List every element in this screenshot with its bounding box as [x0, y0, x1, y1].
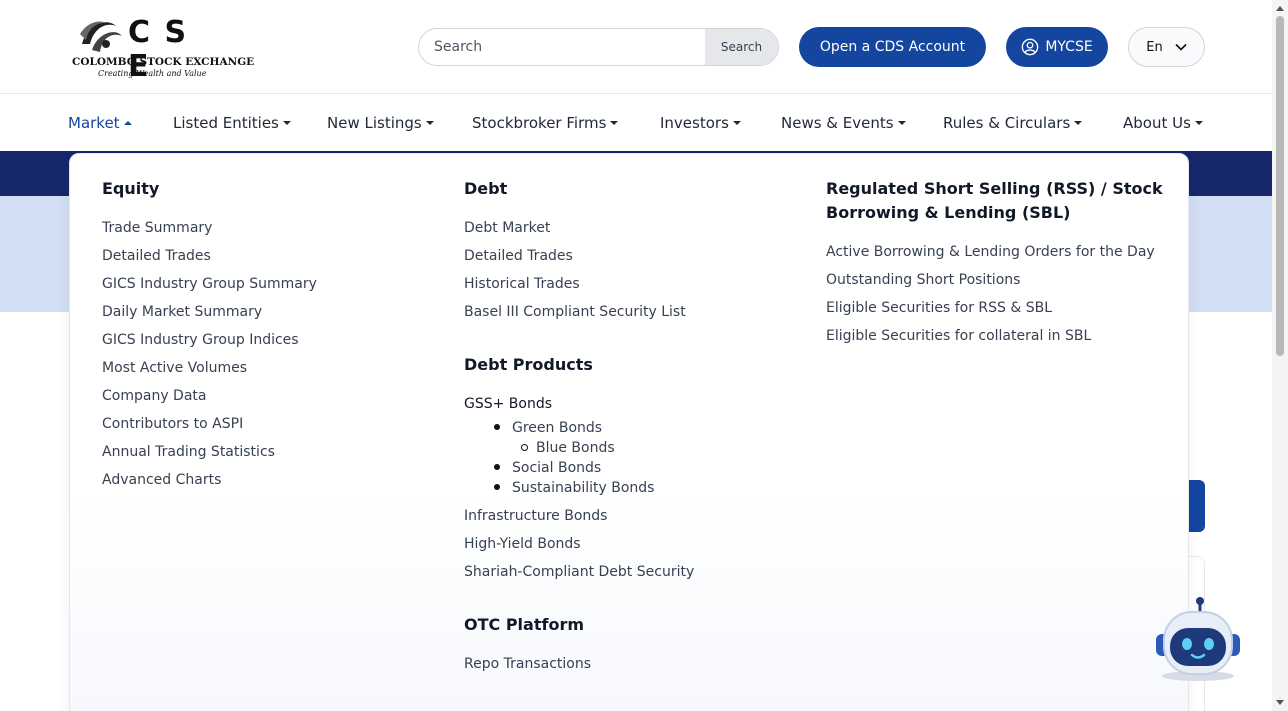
nav-item-label: New Listings	[327, 114, 422, 132]
open-cds-account-button[interactable]: Open a CDS Account	[799, 27, 986, 67]
menu-link-contributors-aspi[interactable]: Contributors to ASPI	[102, 414, 243, 434]
chevron-down-icon	[1175, 43, 1187, 51]
menu-link-debt-detailed-trades[interactable]: Detailed Trades	[464, 246, 573, 266]
language-label: En	[1146, 39, 1163, 55]
menu-link-advanced-charts[interactable]: Advanced Charts	[102, 470, 221, 490]
nav-item-listed-entities[interactable]: Listed Entities	[173, 114, 291, 132]
menu-link-eligible-rss-sbl[interactable]: Eligible Securities for RSS & SBL	[826, 298, 1052, 318]
menu-link-annual-trading-stats[interactable]: Annual Trading Statistics	[102, 442, 275, 462]
scroll-up-arrow-icon[interactable]	[1276, 6, 1284, 11]
otc-platform-heading: OTC Platform	[464, 615, 584, 634]
caret-down-icon	[282, 121, 291, 125]
nav-item-label: About Us	[1123, 114, 1191, 132]
menu-link-gics-group-summary[interactable]: GICS Industry Group Summary	[102, 274, 317, 294]
caret-down-icon	[610, 121, 619, 125]
market-mega-menu: Equity Trade Summary Detailed Trades GIC…	[69, 153, 1189, 711]
user-circle-icon	[1021, 38, 1039, 56]
nav-item-label: Listed Entities	[173, 114, 279, 132]
menu-link-high-yield-bonds[interactable]: High-Yield Bonds	[464, 534, 581, 554]
scrollbar-thumb[interactable]	[1276, 16, 1284, 356]
nav-item-new-listings[interactable]: New Listings	[327, 114, 434, 132]
menu-link-outstanding-short-positions[interactable]: Outstanding Short Positions	[826, 270, 1020, 290]
nav-item-label: News & Events	[781, 114, 894, 132]
caret-down-icon	[897, 121, 906, 125]
rss-heading-line1: Regulated Short Selling (RSS) / Stock	[826, 179, 1163, 198]
menu-link-sustainability-bonds[interactable]: Sustainability Bonds	[512, 478, 654, 498]
mycse-button[interactable]: MYCSE	[1006, 27, 1108, 67]
robot-icon[interactable]	[1152, 596, 1244, 682]
rss-heading-line2: Borrowing & Lending (SBL)	[826, 203, 1071, 222]
page-scrollbar[interactable]	[1272, 0, 1288, 711]
menu-link-trade-summary[interactable]: Trade Summary	[102, 218, 212, 238]
caret-down-icon	[1074, 121, 1083, 125]
menu-link-detailed-trades[interactable]: Detailed Trades	[102, 246, 211, 266]
menu-link-social-bonds[interactable]: Social Bonds	[512, 458, 601, 478]
menu-link-active-borrowing-orders[interactable]: Active Borrowing & Lending Orders for th…	[826, 242, 1155, 262]
language-select[interactable]: En	[1128, 27, 1205, 67]
caret-up-icon	[123, 121, 132, 125]
main-nav: Market Listed Entities New Listings Stoc…	[0, 94, 1272, 151]
menu-link-green-bonds[interactable]: Green Bonds	[512, 418, 602, 438]
mycse-label: MYCSE	[1045, 39, 1093, 55]
cse-logo[interactable]: C S E COLOMBO STOCK EXCHANGE Creating We…	[72, 14, 254, 84]
nav-item-about-us[interactable]: About Us	[1123, 114, 1203, 132]
nav-item-label: Rules & Circulars	[943, 114, 1071, 132]
open-cds-account-label: Open a CDS Account	[819, 39, 966, 55]
scroll-down-arrow-icon[interactable]	[1276, 700, 1284, 705]
debt-products-heading: Debt Products	[464, 355, 593, 374]
logo-tagline: Creating Wealth and Value	[98, 69, 207, 78]
menu-link-infrastructure-bonds[interactable]: Infrastructure Bonds	[464, 506, 607, 526]
menu-link-eligible-collateral-sbl[interactable]: Eligible Securities for collateral in SB…	[826, 326, 1091, 346]
menu-link-shariah-debt[interactable]: Shariah-Compliant Debt Security	[464, 562, 694, 582]
caret-down-icon	[425, 121, 434, 125]
nav-item-stockbroker-firms[interactable]: Stockbroker Firms	[472, 114, 619, 132]
menu-link-most-active-volumes[interactable]: Most Active Volumes	[102, 358, 247, 378]
header: C S E COLOMBO STOCK EXCHANGE Creating We…	[0, 0, 1272, 94]
equity-heading: Equity	[102, 179, 160, 198]
nav-item-rules-circulars[interactable]: Rules & Circulars	[943, 114, 1083, 132]
bullet-icon	[494, 484, 500, 490]
menu-link-basel-iii[interactable]: Basel III Compliant Security List	[464, 302, 686, 322]
search-button[interactable]: Search	[705, 29, 778, 65]
nav-item-market[interactable]: Market	[68, 114, 132, 132]
caret-down-icon	[1194, 121, 1203, 125]
menu-link-historical-trades[interactable]: Historical Trades	[464, 274, 580, 294]
nav-item-label: Investors	[660, 114, 729, 132]
bullet-icon	[494, 464, 500, 470]
menu-link-repo-transactions[interactable]: Repo Transactions	[464, 654, 591, 674]
search-input[interactable]	[419, 29, 707, 65]
logo-name: COLOMBO STOCK EXCHANGE	[72, 56, 255, 68]
debt-heading: Debt	[464, 179, 508, 198]
menu-link-company-data[interactable]: Company Data	[102, 386, 206, 406]
nav-item-investors[interactable]: Investors	[660, 114, 741, 132]
menu-link-daily-market-summary[interactable]: Daily Market Summary	[102, 302, 262, 322]
caret-down-icon	[732, 121, 741, 125]
bullet-icon	[494, 424, 500, 430]
menu-link-debt-market[interactable]: Debt Market	[464, 218, 550, 238]
sub-bullet-icon	[521, 444, 528, 451]
menu-link-gics-group-indices[interactable]: GICS Industry Group Indices	[102, 330, 299, 350]
nav-item-label: Market	[68, 114, 120, 132]
search-box: Search	[418, 28, 779, 66]
nav-item-label: Stockbroker Firms	[472, 114, 607, 132]
menu-link-blue-bonds[interactable]: Blue Bonds	[536, 438, 615, 458]
nav-item-news-events[interactable]: News & Events	[781, 114, 906, 132]
menu-link-gss-bonds[interactable]: GSS+ Bonds	[464, 394, 552, 414]
logo-mark-icon	[80, 21, 122, 52]
